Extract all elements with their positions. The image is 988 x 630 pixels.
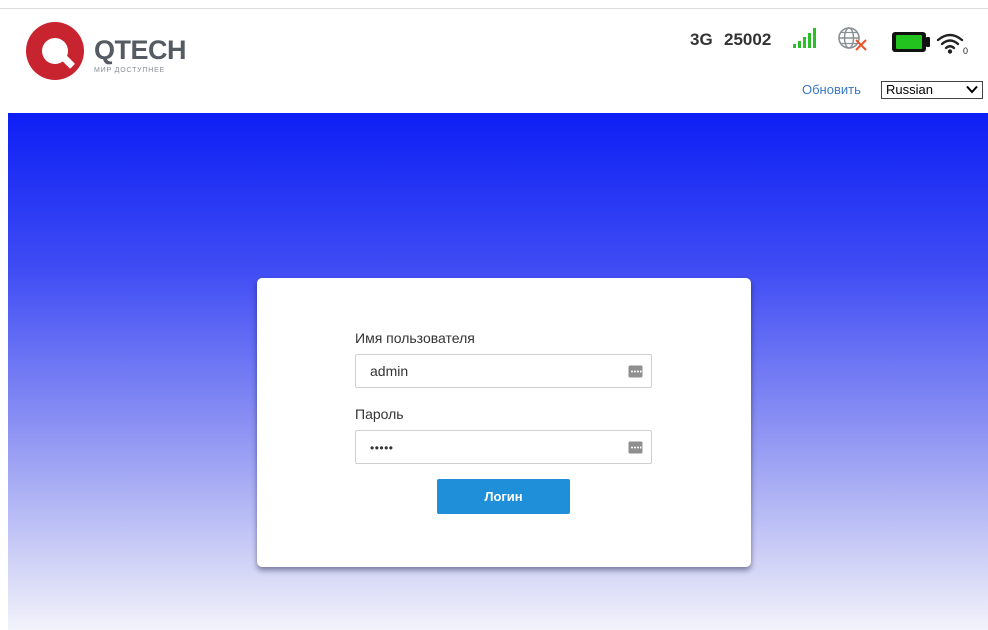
brand-name: QTECH (94, 35, 187, 65)
signal-bars-icon (793, 28, 816, 48)
login-card: Имя пользователя admin Пароль ••••• Логи… (257, 278, 751, 567)
wifi-clients-count: 0 (963, 46, 968, 55)
network-type: 3G (690, 30, 713, 49)
password-field[interactable]: ••••• (355, 430, 652, 464)
password-value: ••••• (370, 441, 394, 455)
brand-tagline: МИР ДОСТУПНЕЕ (94, 67, 166, 74)
chevron-down-icon (966, 85, 978, 94)
password-manager-icon[interactable] (628, 365, 643, 378)
operator-code: 25002 (724, 30, 772, 49)
language-select[interactable]: Russian (881, 81, 983, 99)
refresh-link[interactable]: Обновить (802, 82, 861, 98)
wifi-icon: 0 (936, 33, 968, 55)
brand-logo: QTECH МИР ДОСТУПНЕЕ (24, 19, 194, 83)
globe-disconnected-icon (838, 27, 867, 51)
username-label: Имя пользователя (355, 330, 475, 346)
header: QTECH МИР ДОСТУПНЕЕ 3G 25002 0 Обновить … (0, 9, 988, 113)
username-field[interactable]: admin (355, 354, 652, 388)
password-manager-icon[interactable] (628, 441, 643, 454)
language-selected: Russian (886, 82, 933, 97)
login-button[interactable]: Логин (437, 479, 570, 514)
battery-icon (892, 32, 930, 52)
password-label: Пароль (355, 406, 404, 422)
qtech-logo-icon (26, 22, 84, 80)
username-value: admin (370, 363, 409, 379)
